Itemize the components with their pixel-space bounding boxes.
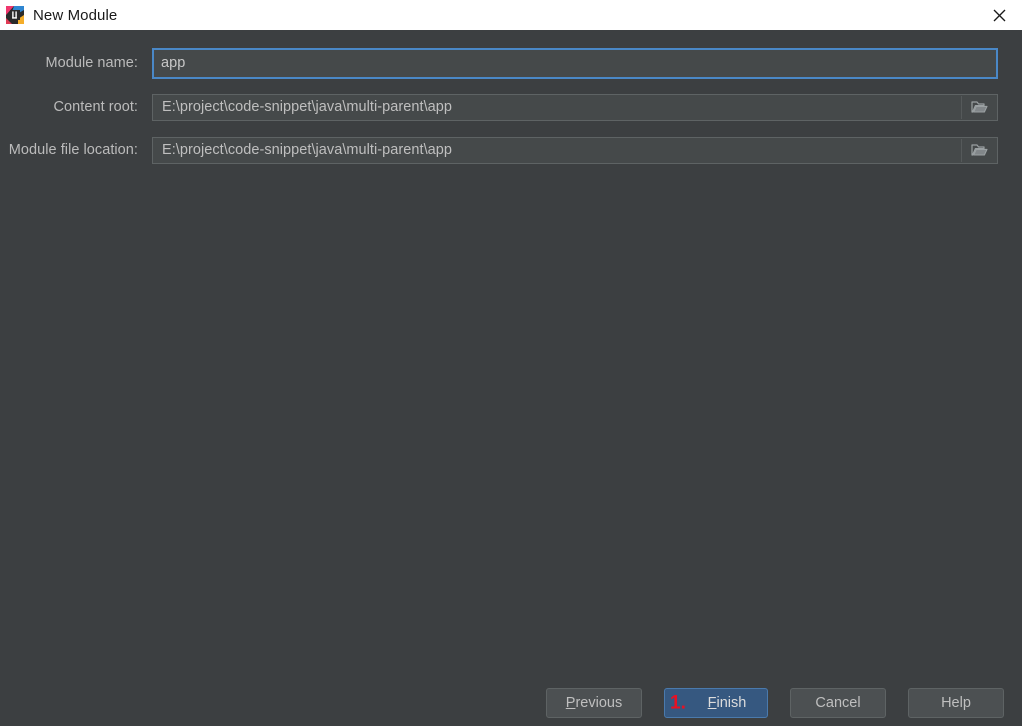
- help-button[interactable]: Help: [908, 688, 1004, 718]
- close-icon[interactable]: [976, 0, 1022, 30]
- previous-button-label: Previous: [566, 695, 622, 711]
- previous-rest: revious: [575, 695, 623, 711]
- finish-button-label: Finish: [686, 695, 747, 711]
- module-file-location-input[interactable]: E:\project\code-snippet\java\multi-paren…: [152, 136, 998, 164]
- module-file-location-value: E:\project\code-snippet\java\multi-paren…: [162, 142, 452, 158]
- annotation-marker-1: 1.: [670, 692, 686, 714]
- previous-button[interactable]: Previous: [546, 688, 642, 718]
- finish-button[interactable]: 1. Finish: [664, 688, 768, 718]
- content-root-label: Content root:: [53, 99, 138, 115]
- module-form: Module name: app Content root: E:\projec…: [0, 30, 1022, 680]
- intellij-idea-icon: [6, 6, 24, 24]
- form-row-module-file-location: Module file location: E:\project\code-sn…: [0, 134, 1022, 166]
- finish-rest: inish: [716, 695, 747, 711]
- cancel-button[interactable]: Cancel: [790, 688, 886, 718]
- form-row-content-root: Content root: E:\project\code-snippet\ja…: [0, 91, 1022, 123]
- folder-icon[interactable]: [961, 138, 996, 162]
- content-root-value: E:\project\code-snippet\java\multi-paren…: [162, 99, 452, 115]
- new-module-dialog: New Module Module name: app Content root…: [0, 0, 1022, 726]
- window-title: New Module: [33, 6, 118, 24]
- module-name-label: Module name:: [45, 55, 138, 71]
- previous-mnemonic: P: [565, 695, 576, 711]
- cancel-button-label: Cancel: [815, 695, 861, 711]
- module-name-input[interactable]: app: [152, 47, 998, 79]
- finish-mnemonic: F: [707, 695, 717, 711]
- folder-icon[interactable]: [961, 95, 996, 119]
- module-file-location-label: Module file location:: [8, 142, 138, 158]
- help-button-label: Help: [941, 695, 971, 711]
- content-root-input[interactable]: E:\project\code-snippet\java\multi-paren…: [152, 93, 998, 121]
- dialog-button-bar: Previous 1. Finish Cancel Help: [0, 680, 1022, 726]
- module-name-value: app: [161, 55, 186, 71]
- title-bar: New Module: [0, 0, 1022, 30]
- form-row-module-name: Module name: app: [0, 47, 1022, 79]
